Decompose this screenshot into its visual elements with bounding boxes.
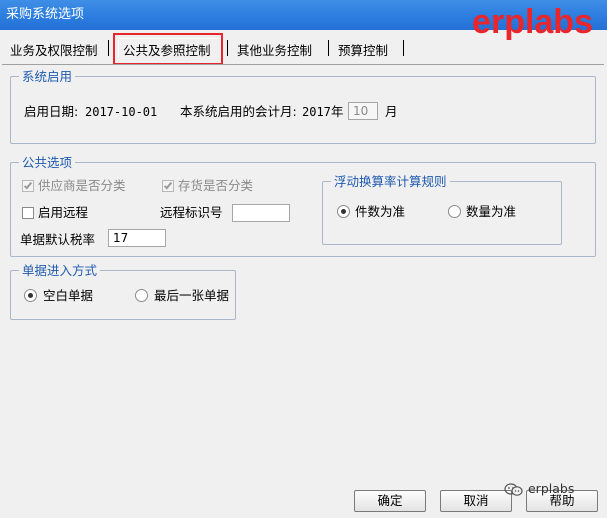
float-rule-title: 浮动换算率计算规则 xyxy=(331,174,450,189)
accounting-month-label: 本系统启用的会计月: xyxy=(180,104,297,119)
start-month-field[interactable]: 10 xyxy=(348,102,378,120)
doc-entry-title: 单据进入方式 xyxy=(19,263,101,278)
piece-based-radio[interactable] xyxy=(337,205,350,218)
supplier-classify-label: 供应商是否分类 xyxy=(38,178,126,193)
tab-business-permission[interactable]: 业务及权限控制 xyxy=(10,40,98,59)
radio-dot xyxy=(341,209,346,214)
inventory-classify-label: 存货是否分类 xyxy=(178,178,254,193)
quantity-based-radio[interactable] xyxy=(448,205,461,218)
tab-bar: 业务及权限控制 公共及参照控制 其他业务控制 预算控制 xyxy=(0,30,607,65)
piece-based-label: 件数为准 xyxy=(355,204,406,219)
supplier-classify-checkbox[interactable] xyxy=(22,180,34,192)
year-unit-label: 年 xyxy=(331,104,344,119)
enable-remote-checkbox[interactable] xyxy=(22,207,34,219)
blank-doc-radio[interactable] xyxy=(24,289,37,302)
cancel-button[interactable]: 取消 xyxy=(440,490,512,512)
public-options-title: 公共选项 xyxy=(19,155,76,170)
tab-budget[interactable]: 预算控制 xyxy=(338,40,388,59)
tab-separator xyxy=(227,40,228,56)
checkmark-icon xyxy=(23,180,33,190)
last-doc-radio[interactable] xyxy=(135,289,148,302)
start-year-value: 2017 xyxy=(302,105,331,119)
remote-id-field[interactable] xyxy=(232,204,290,222)
wechat-icon xyxy=(504,482,524,497)
window-title: 采购系统选项 xyxy=(6,7,85,22)
default-tax-label: 单据默认税率 xyxy=(20,232,96,247)
last-doc-label: 最后一张单据 xyxy=(154,288,230,303)
checkmark-icon xyxy=(163,180,173,190)
tab-separator xyxy=(328,40,329,56)
month-unit-label: 月 xyxy=(385,104,398,119)
tab-other-business[interactable]: 其他业务控制 xyxy=(237,40,312,59)
wechat-watermark: erplabs xyxy=(504,479,574,499)
confirm-button[interactable]: 确定 xyxy=(354,490,426,512)
remote-id-label: 远程标识号 xyxy=(160,205,223,220)
tab-highlight-box xyxy=(113,33,223,65)
enable-date-value: 2017-10-01 xyxy=(85,105,158,119)
system-enable-title: 系统启用 xyxy=(19,69,76,84)
quantity-based-label: 数量为准 xyxy=(466,204,517,219)
blank-doc-label: 空白单据 xyxy=(43,288,94,303)
default-tax-field[interactable]: 17 xyxy=(108,229,166,247)
tab-separator xyxy=(403,40,404,56)
radio-dot xyxy=(28,293,33,298)
tab-separator xyxy=(108,40,109,56)
inventory-classify-checkbox[interactable] xyxy=(162,180,174,192)
wechat-text: erplabs xyxy=(527,481,575,496)
enable-date-label: 启用日期: xyxy=(24,104,79,119)
enable-remote-label: 启用远程 xyxy=(38,205,89,220)
